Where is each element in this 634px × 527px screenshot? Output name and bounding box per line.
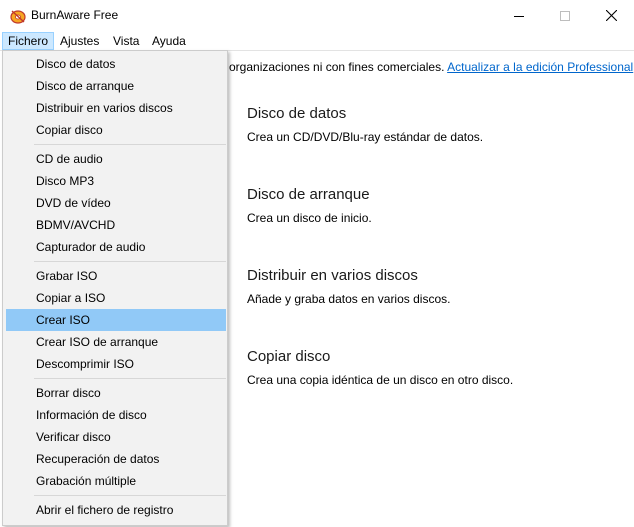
minimize-icon: [514, 15, 524, 17]
menu-ayuda[interactable]: Ayuda: [147, 32, 191, 50]
menu-item-borrar-disco[interactable]: Borrar disco: [6, 382, 226, 404]
task-disco-de-arranque[interactable]: Disco de arranque Crea un disco de inici…: [247, 186, 372, 225]
task-description: Crea un disco de inicio.: [247, 211, 372, 225]
menu-ajustes[interactable]: Ajustes: [55, 32, 104, 50]
task-title: Disco de datos: [247, 105, 347, 122]
menu-item-grabar-iso[interactable]: Grabar ISO: [6, 265, 226, 287]
menu-item-crear-iso-de-arranque[interactable]: Crear ISO de arranque: [6, 331, 226, 353]
menu-item-disco-de-arranque[interactable]: Disco de arranque: [6, 75, 226, 97]
menu-item-copiar-disco[interactable]: Copiar disco: [6, 119, 226, 141]
close-icon: [605, 10, 617, 21]
menu-fichero[interactable]: Fichero: [2, 32, 55, 50]
menu-item-distribuir[interactable]: Distribuir en varios discos: [6, 97, 226, 119]
menu-separator: [34, 261, 226, 262]
task-description: Crea un CD/DVD/Blu-ray estándar de datos…: [247, 130, 484, 144]
menu-separator: [34, 378, 226, 379]
task-title: Distribuir en varios discos: [247, 267, 418, 284]
task-title: Copiar disco: [247, 348, 331, 365]
task-title: Disco de arranque: [247, 186, 370, 203]
menu-vista[interactable]: Vista: [108, 32, 144, 50]
task-description: Crea una copia idéntica de un disco en o…: [247, 373, 514, 387]
menu-item-recuperacion-de-datos[interactable]: Recuperación de datos: [6, 448, 226, 470]
burnaware-app-icon: [9, 8, 27, 24]
task-distribuir[interactable]: Distribuir en varios discos Añade y grab…: [247, 267, 450, 306]
fichero-dropdown-menu: Disco de datos Disco de arranque Distrib…: [2, 50, 228, 526]
menu-item-informacion-de-disco[interactable]: Información de disco: [6, 404, 226, 426]
banner-text: organizaciones ni con fines comerciales.: [229, 60, 445, 74]
task-disco-de-datos[interactable]: Disco de datos Crea un CD/DVD/Blu-ray es…: [247, 105, 483, 144]
menu-separator: [34, 144, 226, 145]
task-description: Añade y graba datos en varios discos.: [247, 292, 451, 306]
maximize-button[interactable]: [542, 0, 588, 31]
menu-item-abrir-registro[interactable]: Abrir el fichero de registro: [6, 499, 226, 521]
menu-item-descomprimir-iso[interactable]: Descomprimir ISO: [6, 353, 226, 375]
maximize-icon: [560, 10, 570, 21]
close-button[interactable]: [588, 0, 634, 31]
menu-separator: [34, 495, 226, 496]
menu-item-cd-de-audio[interactable]: CD de audio: [6, 148, 226, 170]
menu-item-crear-iso[interactable]: Crear ISO: [6, 309, 226, 331]
menu-bar: Fichero Ajustes Vista Ayuda: [0, 31, 634, 50]
menu-item-bdmv-avchd[interactable]: BDMV/AVCHD: [6, 214, 226, 236]
menu-item-disco-mp3[interactable]: Disco MP3: [6, 170, 226, 192]
title-bar: BurnAware Free: [0, 0, 634, 31]
menu-item-grabacion-multiple[interactable]: Grabación múltiple: [6, 470, 226, 492]
menu-item-capturador-de-audio[interactable]: Capturador de audio: [6, 236, 226, 258]
menu-item-disco-de-datos[interactable]: Disco de datos: [6, 53, 226, 75]
menu-item-copiar-a-iso[interactable]: Copiar a ISO: [6, 287, 226, 309]
upgrade-link[interactable]: Actualizar a la edición Professional: [447, 60, 633, 74]
task-copiar-disco[interactable]: Copiar disco Crea una copia idéntica de …: [247, 348, 513, 387]
window-title: BurnAware Free: [31, 8, 119, 22]
menu-item-verificar-disco[interactable]: Verificar disco: [6, 426, 226, 448]
menu-item-dvd-de-video[interactable]: DVD de vídeo: [6, 192, 226, 214]
upgrade-banner: organizaciones ni con fines comerciales.…: [229, 60, 633, 74]
minimize-button[interactable]: [496, 0, 542, 31]
